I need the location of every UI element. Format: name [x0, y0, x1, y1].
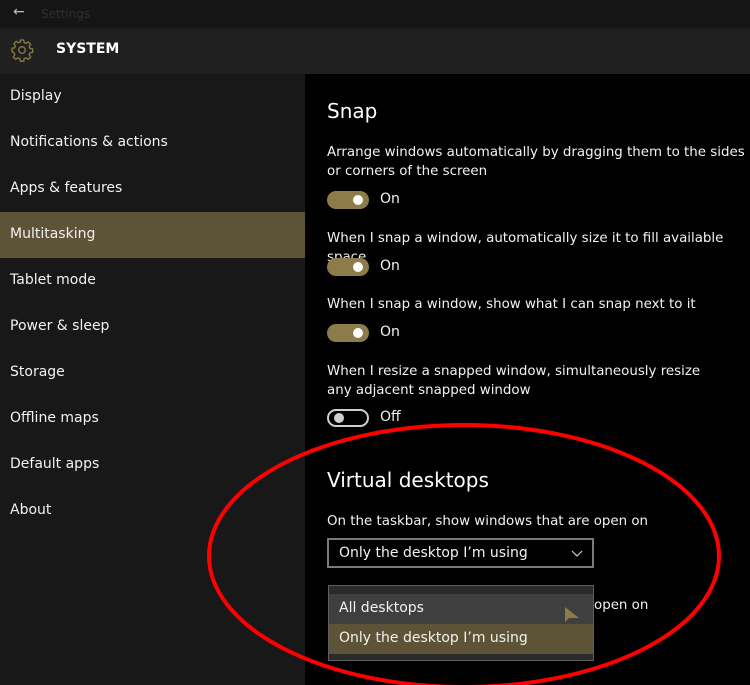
sidebar-item-storage[interactable]: Storage — [0, 350, 305, 396]
sidebar-item-label: Apps & features — [10, 180, 123, 196]
sidebar-item-label: Offline maps — [10, 410, 99, 426]
partially-hidden-label: open on — [594, 598, 649, 613]
snap-setting-2-state: On — [380, 258, 400, 274]
sidebar-item-about[interactable]: About — [0, 488, 305, 534]
snap-setting-1-toggle[interactable] — [327, 191, 369, 209]
sidebar-item-label: Notifications & actions — [10, 134, 168, 150]
sidebar-item-label: Default apps — [10, 456, 100, 472]
window-title: Settings — [41, 7, 91, 21]
toggle-knob — [353, 195, 363, 205]
snap-setting-3-toggle[interactable] — [327, 324, 369, 342]
snap-heading: Snap — [327, 99, 378, 123]
snap-setting-4-description: When I resize a snapped window, simultan… — [327, 364, 701, 398]
sidebar-item-offline-maps[interactable]: Offline maps — [0, 396, 305, 442]
sidebar-item-label: Tablet mode — [10, 272, 96, 288]
snap-setting-3-state: On — [380, 324, 400, 340]
snap-setting-4-state: Off — [380, 409, 401, 425]
gear-icon — [11, 39, 34, 62]
toggle-knob — [353, 262, 363, 272]
toggle-knob — [353, 328, 363, 338]
sidebar-item-label: Storage — [10, 364, 65, 380]
sidebar-item-label: Power & sleep — [10, 318, 110, 334]
snap-setting-2-toggle[interactable] — [327, 258, 369, 276]
sidebar-item-multitasking[interactable]: Multitasking — [0, 212, 305, 258]
sidebar-item-notifications[interactable]: Notifications & actions — [0, 120, 305, 166]
sidebar-item-default-apps[interactable]: Default apps — [0, 442, 305, 488]
dropdown-value: Only the desktop I’m using — [339, 545, 528, 561]
virtual-desktops-heading: Virtual desktops — [327, 468, 489, 492]
option-label: All desktops — [339, 600, 424, 616]
option-all-desktops[interactable]: All desktops — [329, 594, 593, 624]
sidebar-item-tablet-mode[interactable]: Tablet mode — [0, 258, 305, 304]
snap-setting-1-description: Arrange windows automatically by draggin… — [327, 145, 745, 179]
taskbar-setting-label: On the taskbar, show windows that are op… — [327, 514, 649, 529]
back-arrow-icon[interactable]: ← — [13, 4, 25, 20]
chevron-down-icon — [571, 550, 583, 557]
snap-setting-4-toggle[interactable] — [327, 409, 369, 427]
section-title: SYSTEM — [56, 41, 120, 57]
snap-setting-1-state: On — [380, 191, 400, 207]
sidebar: Display Notifications & actions Apps & f… — [0, 74, 305, 685]
option-label: Only the desktop I’m using — [339, 630, 528, 646]
sidebar-item-label: Multitasking — [10, 226, 96, 242]
toggle-knob — [334, 413, 344, 423]
sidebar-item-display[interactable]: Display — [0, 74, 305, 120]
taskbar-desktops-dropdown[interactable]: Only the desktop I’m using — [327, 538, 594, 568]
sidebar-item-label: Display — [10, 88, 62, 104]
option-only-current-desktop[interactable]: Only the desktop I’m using — [329, 624, 593, 654]
sidebar-item-label: About — [10, 502, 52, 518]
snap-setting-3-description: When I snap a window, show what I can sn… — [327, 297, 696, 312]
sidebar-item-power-sleep[interactable]: Power & sleep — [0, 304, 305, 350]
mouse-pointer-icon — [565, 607, 579, 622]
dropdown-options-popup: All desktops Only the desktop I’m using — [328, 585, 594, 661]
sidebar-item-apps[interactable]: Apps & features — [0, 166, 305, 212]
title-bar: ← Settings — [0, 0, 750, 28]
